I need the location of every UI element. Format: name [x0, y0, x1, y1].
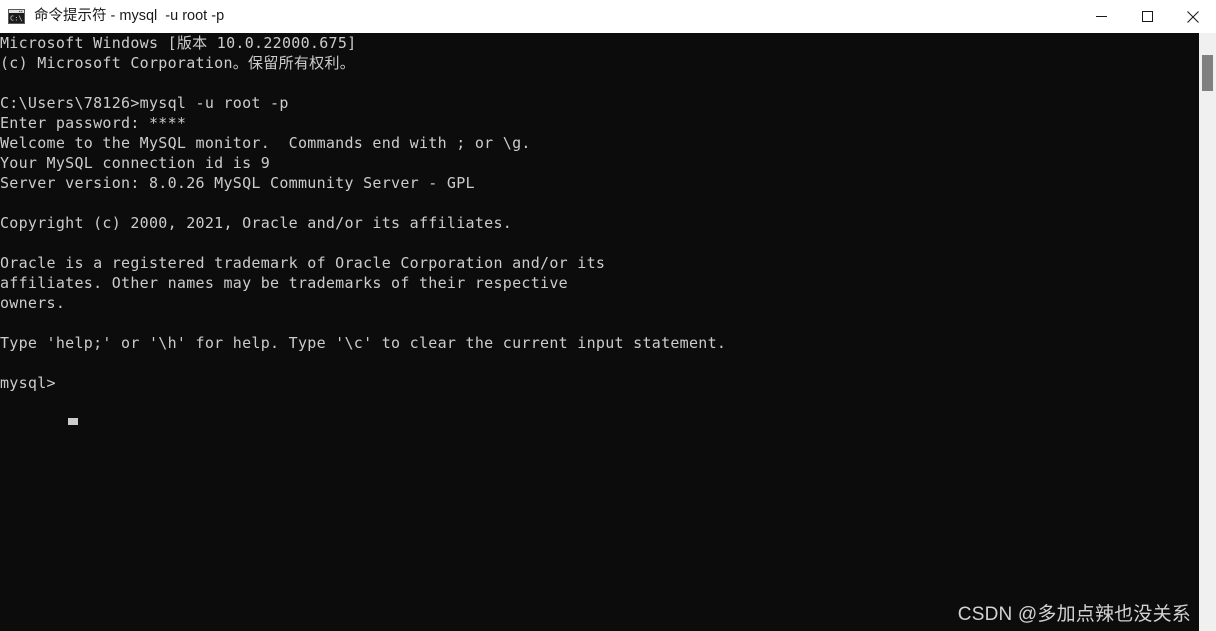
vertical-scrollbar[interactable] — [1199, 33, 1216, 631]
window-title: 命令提示符 - mysql -u root -p — [34, 8, 225, 24]
svg-text:C:\: C:\ — [10, 15, 23, 23]
csdn-watermark: CSDN @多加点辣也没关系 — [957, 604, 1191, 625]
console-output-area[interactable]: Microsoft Windows [版本 10.0.22000.675] (c… — [0, 33, 1199, 631]
close-button[interactable] — [1170, 0, 1216, 33]
maximize-button[interactable] — [1124, 0, 1170, 33]
minimize-button[interactable] — [1078, 0, 1124, 33]
cmd-console-icon: C:\ — [8, 9, 25, 24]
cmd-window: C:\ 命令提示符 - mysql -u root -p Microsoft W… — [0, 0, 1216, 631]
console-text: Microsoft Windows [版本 10.0.22000.675] (c… — [0, 34, 727, 392]
scrollbar-thumb[interactable] — [1202, 55, 1213, 91]
text-cursor — [68, 418, 78, 425]
title-bar[interactable]: C:\ 命令提示符 - mysql -u root -p — [0, 0, 1216, 33]
window-controls — [1078, 0, 1216, 33]
minimize-icon — [1095, 16, 1107, 17]
maximize-icon — [1141, 11, 1153, 22]
close-icon — [1187, 10, 1199, 23]
